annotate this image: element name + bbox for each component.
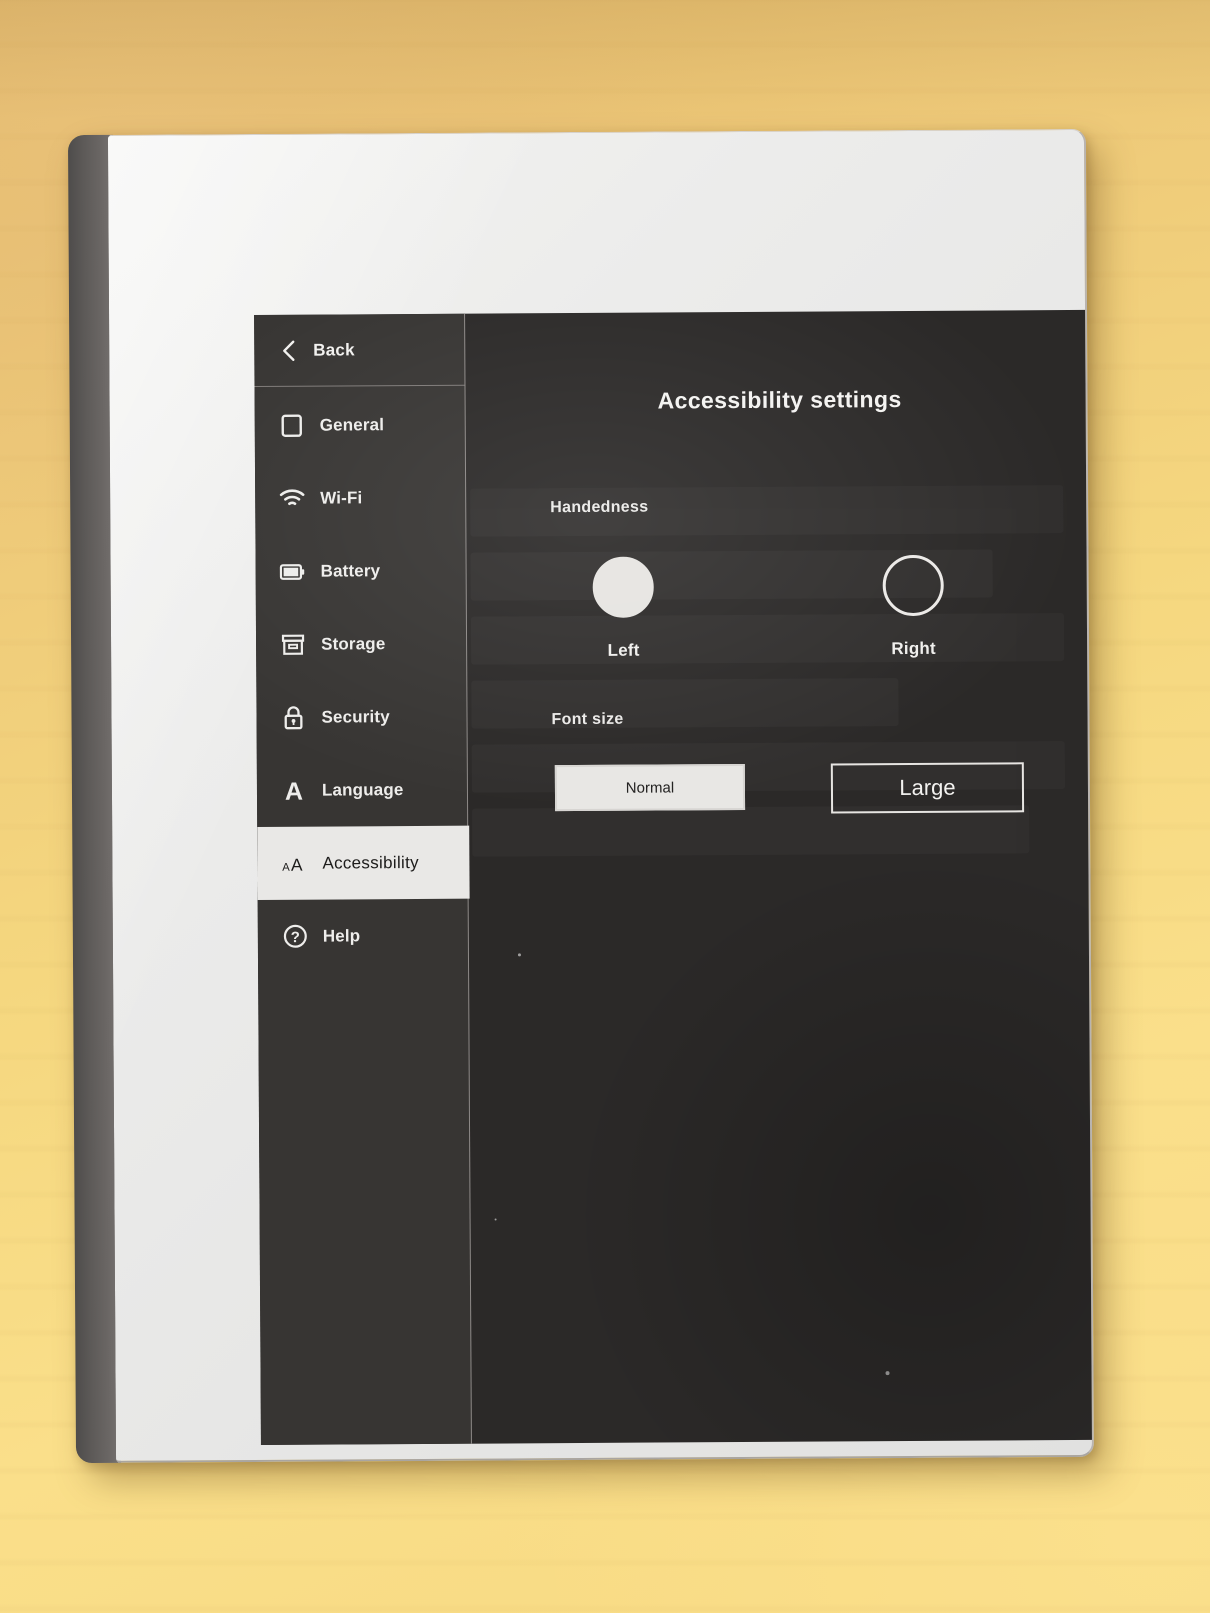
sidebar-nav-list: General Wi-Fi Battery Storage Security A… [254,386,470,973]
lock-icon [280,704,306,730]
square-outline-icon [279,412,305,438]
handedness-radio-group: Left Right [468,554,1095,662]
font-size-large-button[interactable]: Large [830,762,1025,814]
sidebar-item-general[interactable]: General [255,388,465,462]
settings-sidebar: Back General Wi-Fi Battery Storage Secur… [254,313,472,1445]
handedness-option-label: Left [607,640,640,660]
sidebar-item-label: Help [322,925,361,946]
device-bezel: Back General Wi-Fi Battery Storage Secur… [107,128,1095,1463]
font-size-normal-button[interactable]: Normal [554,763,746,812]
sidebar-item-label: Battery [320,560,381,581]
desk-shadow [0,0,1210,120]
sidebar-item-help[interactable]: ? Help [258,899,468,973]
eink-tablet-device: Back General Wi-Fi Battery Storage Secur… [67,128,1095,1464]
sidebar-item-wifi[interactable]: Wi-Fi [255,461,465,535]
eink-screen: Back General Wi-Fi Battery Storage Secur… [254,309,1095,1445]
aa-text-size-icon: A A [281,850,307,876]
handedness-option-right[interactable]: Right [841,554,987,660]
svg-text:A: A [282,861,290,873]
settings-content-panel: Accessibility settings Handedness Left R… [466,310,1094,1444]
sidebar-item-accessibility[interactable]: A A Accessibility [257,825,470,900]
wifi-icon [279,485,305,511]
back-button-label: Back [313,339,355,360]
question-circle-icon: ? [282,923,308,949]
font-size-section-label: Font size [551,710,624,729]
handedness-option-label: Right [891,638,936,659]
page-title: Accessibility settings [657,386,902,414]
letter-a-icon: A [281,777,307,803]
svg-text:?: ? [290,929,299,946]
sidebar-item-storage[interactable]: Storage [256,607,466,681]
back-button[interactable]: Back [254,313,465,387]
sidebar-item-label: Security [321,706,390,727]
sidebar-item-battery[interactable]: Battery [255,534,465,608]
sidebar-item-label: Language [321,779,404,800]
handedness-option-left[interactable]: Left [551,556,697,661]
battery-icon [279,558,306,584]
svg-text:A: A [291,854,303,874]
radio-dot-left[interactable] [592,556,654,618]
sidebar-item-label: Accessibility [322,852,419,873]
storage-box-icon [280,631,306,657]
radio-dot-right[interactable] [882,554,944,617]
font-size-button-group: Normal Large [469,762,1094,816]
sidebar-item-security[interactable]: Security [256,680,466,754]
sidebar-item-label: Storage [321,633,386,654]
chevron-left-icon [283,340,295,361]
sidebar-item-label: Wi-Fi [320,487,363,508]
svg-text:A: A [285,777,303,803]
handedness-section-label: Handedness [550,498,649,517]
sidebar-item-label: General [319,414,385,435]
sidebar-item-language[interactable]: A Language [257,753,467,827]
